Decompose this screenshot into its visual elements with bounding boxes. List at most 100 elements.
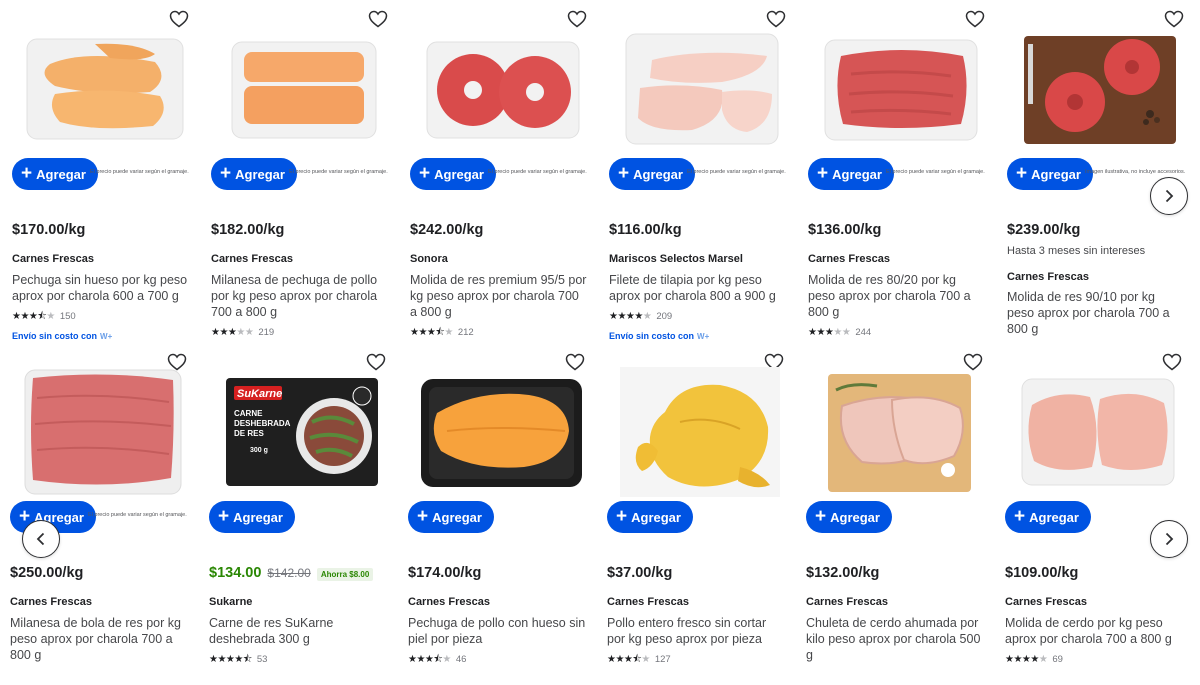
product-title[interactable]: Molida de res premium 95/5 por kg peso a… [410,272,588,320]
add-to-cart-button[interactable]: + Agregar [808,158,894,190]
product-title[interactable]: Milanesa de bola de res por kg peso apro… [10,615,188,663]
brand: Sonora [410,253,448,265]
plus-icon: + [21,163,33,184]
product-image[interactable] [1015,24,1185,154]
product-card[interactable]: + Agregar $109.00/kg Carnes Frescas Molid… [1003,343,1193,685]
rating: ★★★★★ 244 [808,327,871,338]
product-image[interactable] [617,24,787,154]
plus-icon: + [419,163,431,184]
plus-icon: + [1014,506,1026,527]
add-to-cart-button[interactable]: + Agregar [209,501,295,533]
price: $109.00/kg [1005,565,1079,581]
price: $242.00/kg [410,222,484,238]
product-card[interactable]: + Agregar El precio puede variar según el… [8,343,198,685]
star-rating-icon: ★★★★⯪ [209,653,252,665]
add-to-cart-button[interactable]: + Agregar [806,501,892,533]
brand: Carnes Frescas [607,596,689,608]
product-image[interactable] [416,367,586,497]
product-title[interactable]: Pechuga sin hueso por kg peso aprox por … [12,272,190,304]
product-card[interactable]: + Agregar El precio puede variar según el… [806,0,996,342]
product-card[interactable]: + Agregar $132.00/kg Carnes Frescas Chule… [804,343,994,685]
star-rating-icon: ★★★⯪★ [12,310,55,322]
chevron-left-icon [36,532,45,546]
plus-icon: + [220,163,232,184]
rating: ★★★★★ 209 [609,311,672,322]
walmart-pass-icon: W+ [697,331,710,341]
product-image[interactable] [814,367,984,497]
product-title[interactable]: Pollo entero fresco sin cortar por kg pe… [607,615,785,647]
product-image[interactable] [615,367,785,497]
add-to-cart-button[interactable]: + Agregar [1005,501,1091,533]
product-title[interactable]: Filete de tilapia por kg peso aprox por … [609,272,787,304]
add-to-cart-button[interactable]: + Agregar [410,158,496,190]
product-image[interactable] [816,24,986,154]
disclaimer-text: El precio puede variar según el gramaje. [90,169,189,175]
product-card[interactable]: + Agregar El precio puede variar según el… [209,0,399,342]
product-card[interactable]: + Agregar El precio puede variar según el… [10,0,200,342]
product-title[interactable]: Milanesa de pechuga de pollo por kg peso… [211,272,389,320]
star-rating-icon: ★★★⯪★ [607,653,650,665]
product-image[interactable] [418,24,588,154]
add-to-cart-button[interactable]: + Agregar [1007,158,1093,190]
price-line: $132.00/kg [806,565,879,581]
review-count: 53 [256,654,268,665]
product-title[interactable]: Molida de res 90/10 por kg peso aprox po… [1007,289,1185,337]
add-to-cart-button[interactable]: + Agregar [408,501,494,533]
review-count: 209 [656,311,673,322]
price-line: $37.00/kg [607,565,672,581]
review-count: 127 [654,654,671,665]
sale-price: $134.00 [209,565,262,581]
product-title[interactable]: Molida de cerdo por kg peso aprox por ch… [1005,615,1183,647]
price: $170.00/kg [12,222,86,238]
price-line: $242.00/kg [410,222,483,238]
rating: ★★★⯪★ 127 [607,654,671,665]
product-image[interactable] [18,367,188,497]
review-count: 219 [258,327,275,338]
product-title[interactable]: Carne de res SuKarne deshebrada 300 g [209,615,387,647]
carousel-prev-button[interactable] [22,520,60,558]
star-rating-icon: ★★★⯪★ [410,326,453,338]
star-rating-icon: ★★★★★ [808,326,851,338]
rating: ★★★★★ 219 [211,327,274,338]
brand: Carnes Frescas [211,253,293,265]
add-to-cart-button[interactable]: + Agregar [609,158,695,190]
plus-icon: + [417,506,429,527]
price-line: $239.00/kg [1007,222,1080,238]
svg-text:DESHEBRADA: DESHEBRADA [234,419,291,428]
product-image[interactable]: SuKarne CARNE DESHEBRADA DE RES 300 g [217,367,387,497]
add-to-cart-button[interactable]: + Agregar [607,501,693,533]
savings-badge: Ahorra $8.00 [316,568,374,581]
carousel-next-button[interactable] [1150,520,1188,558]
product-card[interactable]: SuKarne CARNE DESHEBRADA DE RES 300 g + A… [207,343,397,685]
price: $250.00/kg [10,565,84,581]
product-card[interactable]: + Agregar Imagen ilustrativa, no incluye … [1005,0,1195,342]
brand: Mariscos Selectos Marsel [609,253,743,265]
disclaimer-text: El precio puede variar según el gramaje. [289,169,388,175]
brand: Carnes Frescas [12,253,94,265]
carousel-next-button[interactable] [1150,177,1188,215]
product-title[interactable]: Molida de res 80/20 por kg peso aprox po… [808,272,986,320]
product-card[interactable]: + Agregar $37.00/kg Carnes Frescas Pollo … [605,343,795,685]
product-title[interactable]: Pechuga de pollo con hueso sin piel por … [408,615,586,647]
plus-icon: + [218,506,230,527]
product-image[interactable] [20,24,190,154]
product-title[interactable]: Chuleta de cerdo ahumada por kilo peso a… [806,615,984,663]
product-card[interactable]: + Agregar El precio puede variar según el… [607,0,797,342]
product-image[interactable] [219,24,389,154]
product-card[interactable]: + Agregar El precio puede variar según el… [408,0,598,342]
product-image[interactable] [1013,367,1183,497]
star-rating-icon: ★★★★★ [211,326,254,338]
original-price: $142.00 [267,566,311,580]
plus-icon: + [1016,163,1028,184]
review-count: 69 [1052,654,1063,665]
price-line: $250.00/kg [10,565,83,581]
rating: ★★★★★ 69 [1005,654,1063,665]
product-card[interactable]: + Agregar $174.00/kg Carnes Frescas Pechu… [406,343,596,685]
svg-text:DE RES: DE RES [234,429,264,438]
price: $132.00/kg [806,565,880,581]
brand: Carnes Frescas [806,596,888,608]
rating: ★★★⯪★ 46 [408,654,466,665]
add-to-cart-button[interactable]: + Agregar [12,158,98,190]
price: $37.00/kg [607,565,673,581]
add-to-cart-button[interactable]: + Agregar [211,158,297,190]
